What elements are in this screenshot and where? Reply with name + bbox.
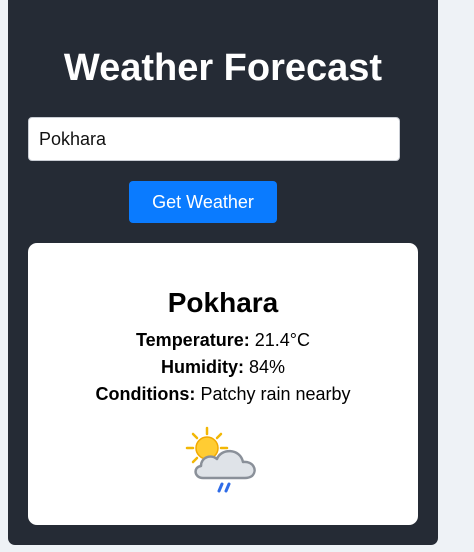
sun-cloud-rain-icon [185, 426, 256, 493]
weather-result-card: Pokhara Temperature: 21.4°C Humidity: 84… [28, 243, 418, 525]
humidity-label: Humidity: [160, 357, 244, 377]
humidity-row: Humidity: 84% [28, 356, 418, 378]
page-title: Weather Forecast [63, 47, 383, 89]
conditions-row: Conditions: Patchy rain nearby [28, 383, 418, 405]
humidity-value: 84% [248, 357, 286, 377]
temperature-row: Temperature: 21.4°C [28, 329, 418, 351]
weather-panel: Weather Forecast Get Weather Pokhara Tem… [8, 0, 438, 545]
conditions-label: Conditions: [95, 384, 196, 404]
temperature-value: 21.4°C [254, 330, 310, 350]
city-input[interactable] [28, 117, 400, 161]
rain-drops-icon [217, 482, 231, 493]
result-city-name: Pokhara [167, 287, 279, 318]
get-weather-button[interactable]: Get Weather [129, 181, 277, 223]
temperature-label: Temperature: [136, 330, 250, 350]
conditions-value: Patchy rain nearby [200, 384, 351, 404]
